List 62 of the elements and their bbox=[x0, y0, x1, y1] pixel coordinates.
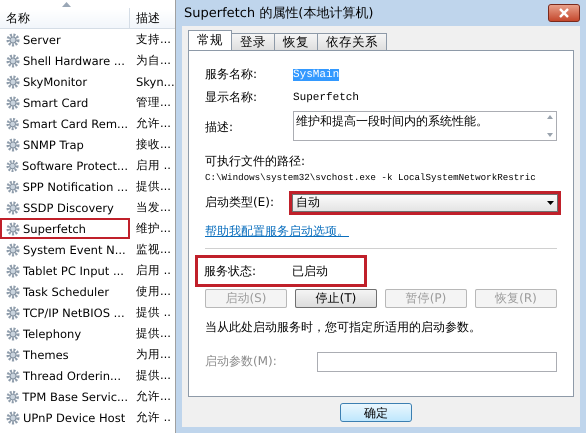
column-header[interactable]: 描述 bbox=[130, 8, 160, 28]
service-name[interactable]: System Event N... bbox=[23, 242, 126, 256]
service-description: 允许... bbox=[135, 116, 171, 131]
service-name[interactable]: Shell Hardware ... bbox=[23, 54, 125, 68]
service-description: 支持... bbox=[135, 32, 171, 47]
service-name[interactable]: SPP Notification ... bbox=[22, 180, 128, 194]
field-label: 服务状态: bbox=[204, 262, 258, 280]
service-name[interactable]: SNMP Trap bbox=[23, 138, 84, 152]
service-name[interactable]: SSDP Discovery bbox=[23, 200, 114, 214]
service-name-value: SysMain bbox=[293, 68, 340, 80]
field-label: 显示名称: bbox=[205, 89, 258, 106]
field-label: 服务名称: bbox=[205, 66, 258, 83]
service-description: 提供... bbox=[135, 326, 171, 341]
display-name-value: Superfetch bbox=[293, 92, 360, 104]
service-description: 为自... bbox=[135, 53, 171, 68]
service-description: 管理... bbox=[135, 95, 171, 110]
tab[interactable]: 登录 bbox=[231, 33, 275, 50]
service-name[interactable]: Smart Card Rem... bbox=[22, 116, 128, 130]
service-status-value: 已启动 bbox=[292, 262, 328, 280]
field-label: 启动类型(E): bbox=[205, 194, 275, 211]
service-description: Skyn... bbox=[135, 74, 175, 88]
startup-type-dropdown[interactable]: 自动 bbox=[292, 194, 558, 212]
description-field[interactable]: 维护和提高一段时间内的系统性能。 bbox=[293, 111, 557, 141]
service-control-button[interactable]: 停止(T) bbox=[295, 289, 377, 308]
service-description: 维护... bbox=[135, 221, 171, 236]
service-name[interactable]: Telephony bbox=[23, 326, 82, 340]
service-name[interactable]: SkyMonitor bbox=[23, 74, 88, 88]
service-description: 监视... bbox=[135, 242, 171, 257]
service-description: 启用 .. bbox=[135, 263, 171, 278]
tab[interactable]: 恢复 bbox=[274, 33, 318, 50]
service-name[interactable]: Software Protect... bbox=[22, 158, 128, 172]
service-name[interactable]: Tablet PC Input ... bbox=[23, 264, 124, 278]
service-name[interactable]: TPM Base Servic... bbox=[22, 390, 128, 404]
service-description: 启用 .. bbox=[135, 158, 171, 173]
service-name[interactable]: Thread Orderin... bbox=[23, 368, 121, 382]
tab[interactable]: 依存关系 bbox=[317, 33, 387, 50]
service-name[interactable]: UPnP Device Host bbox=[23, 410, 126, 424]
ok-button[interactable]: 确定 bbox=[340, 402, 412, 422]
field-label: 描述: bbox=[205, 119, 234, 136]
service-description: 接收... bbox=[135, 137, 171, 152]
service-description: 提供 .. bbox=[135, 305, 171, 320]
service-name[interactable]: Smart Card bbox=[23, 96, 88, 110]
service-description: 提供... bbox=[135, 179, 171, 194]
service-name[interactable]: Themes bbox=[23, 348, 69, 362]
window-title: Superfetch 的属性(本地计算机) bbox=[184, 5, 374, 22]
service-description: 提供... bbox=[135, 368, 171, 383]
field-label: 启动参数(M): bbox=[205, 353, 277, 370]
hint-text: 当从此处启动服务时，您可指定所适用的启动参数。 bbox=[205, 319, 482, 336]
field-label: 可执行文件的路径: bbox=[205, 153, 306, 170]
service-description: 使用... bbox=[135, 284, 171, 299]
service-name[interactable]: Superfetch bbox=[23, 222, 86, 236]
service-description: 允许... bbox=[135, 389, 171, 404]
column-header[interactable]: 名称 bbox=[0, 8, 130, 28]
executable-path: C:\Windows\system32\svchost.exe -k LocalSystemNetworkRestric bbox=[205, 172, 537, 183]
tab[interactable]: 常规 bbox=[188, 30, 232, 50]
service-name[interactable]: Server bbox=[23, 32, 61, 46]
service-name[interactable]: TCP/IP NetBIOS ... bbox=[23, 306, 125, 320]
service-description: 当发... bbox=[135, 200, 171, 215]
help-link[interactable]: 帮助我配置服务启动选项。 bbox=[205, 223, 349, 240]
service-description: 为用... bbox=[135, 347, 171, 362]
service-name[interactable]: Task Scheduler bbox=[23, 284, 110, 298]
service-description: 允许 .. bbox=[135, 410, 171, 425]
